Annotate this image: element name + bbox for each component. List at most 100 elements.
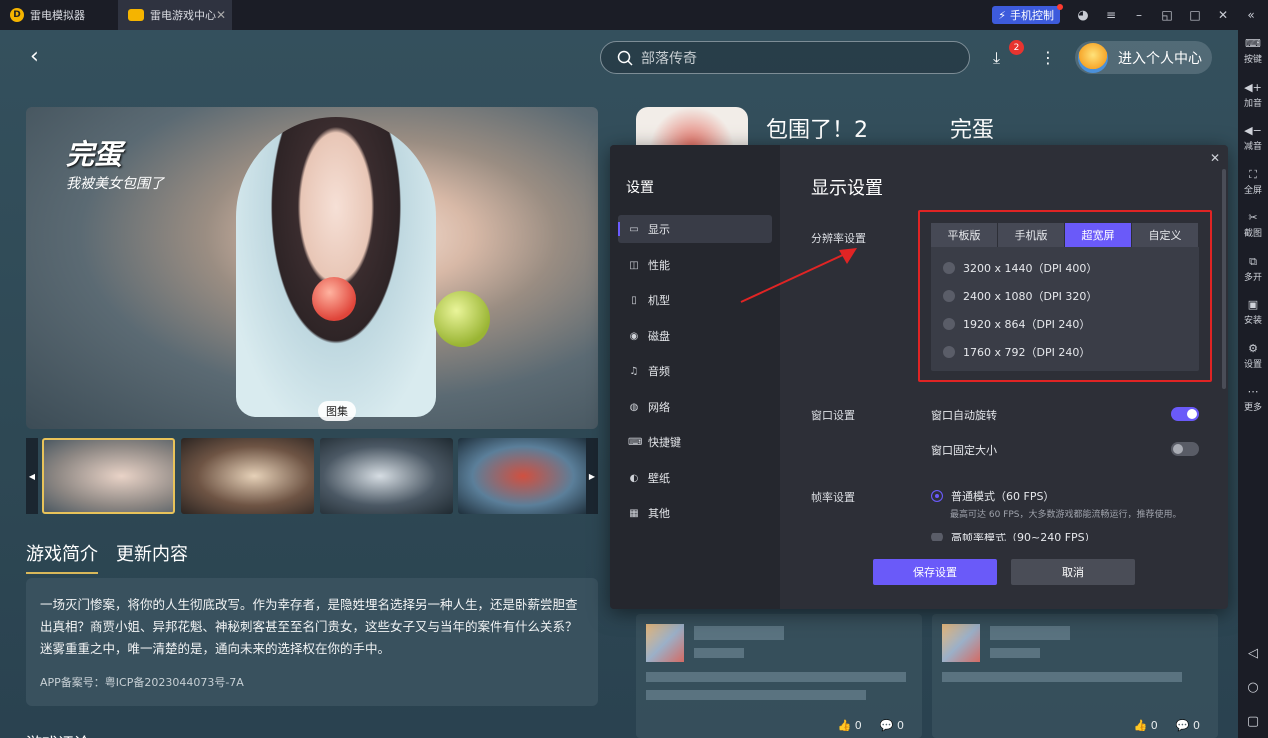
- game-logo-title: 完蛋: [66, 138, 123, 171]
- nav-display[interactable]: ▭ 显示: [618, 215, 772, 243]
- thumbnail-4[interactable]: [458, 438, 588, 514]
- avatar: [1078, 42, 1108, 73]
- game-logo-art: 完蛋 我被美女包围了: [66, 133, 176, 192]
- close-icon[interactable]: ✕: [1210, 151, 1220, 165]
- toolbar-screenshot[interactable]: ✂ 截图: [1238, 204, 1268, 248]
- icp-text: APP备案号：粤ICP备2023044073号-7A: [40, 676, 244, 689]
- toolbar-multi-instance[interactable]: ⧉ 多开: [1238, 248, 1268, 292]
- description-box: 一场灭门惨案，将你的人生彻底改写。作为幸存者，是隐姓埋名选择另一种人生，还是卧薪…: [26, 578, 598, 706]
- annotation-highlight-box: [918, 210, 1212, 382]
- toolbar-keymap[interactable]: ⌨ 按键: [1238, 30, 1268, 74]
- download-icon[interactable]: ⤓: [993, 48, 1000, 68]
- game-logo-subtitle: 我被美女包围了: [66, 176, 164, 192]
- thumb-next-icon[interactable]: ▶: [586, 438, 598, 514]
- phone-control-button[interactable]: ⚡ 手机控制: [992, 4, 1063, 24]
- auto-rotate-toggle[interactable]: [1171, 407, 1199, 421]
- annotation-arrow: [740, 248, 857, 303]
- thumbnail-1[interactable]: [42, 438, 175, 514]
- menu-icon[interactable]: ≡: [1098, 0, 1124, 30]
- thumbnail-3[interactable]: [320, 438, 453, 514]
- nav-disk[interactable]: ◉ 磁盘: [618, 322, 772, 350]
- settings-title: 设置: [626, 180, 654, 196]
- profile-label: 进入个人中心: [1118, 50, 1202, 67]
- nav-audio[interactable]: ♫ 音频: [618, 357, 772, 385]
- more-vertical-icon[interactable]: ⋮: [1040, 48, 1056, 67]
- grid-icon: ▦: [629, 507, 639, 519]
- toolbar-fullscreen[interactable]: ⛶ 全屏: [1238, 161, 1268, 205]
- cancel-button[interactable]: 取消: [1011, 559, 1135, 585]
- device-icon: ▯: [631, 294, 637, 306]
- profile-button[interactable]: 进入个人中心: [1075, 41, 1212, 74]
- window-settings-label: 窗口设置: [811, 409, 855, 422]
- hero-image[interactable]: 完蛋 我被美女包围了 图集: [26, 107, 598, 429]
- description-text: 一场灭门惨案，将你的人生彻底改写。作为幸存者，是隐姓埋名选择另一种人生，还是卧薪…: [40, 597, 578, 656]
- android-back-icon[interactable]: ◁: [1248, 636, 1258, 670]
- nav-other[interactable]: ▦ 其他: [618, 499, 772, 527]
- toolbar-more[interactable]: ⋯ 更多: [1238, 378, 1268, 422]
- tab-emulator-label: 雷电模拟器: [30, 9, 85, 22]
- game-title: 包围了！2: [766, 118, 868, 143]
- display-settings-heading: 显示设置: [811, 178, 883, 199]
- disk-icon: ◉: [629, 330, 639, 342]
- search-placeholder: 部落传奇: [641, 50, 697, 67]
- fps-high-option[interactable]: 高帧率模式（90~240 FPS）: [931, 533, 1096, 541]
- nav-shortcuts[interactable]: ⌨ 快捷键: [618, 428, 772, 456]
- emulator-logo-icon: D: [10, 8, 24, 22]
- android-home-icon[interactable]: ○: [1247, 670, 1258, 704]
- user-avatar-icon[interactable]: ◕: [1070, 0, 1096, 30]
- toolbar-volume-down[interactable]: ◀− 减音: [1238, 117, 1268, 161]
- nav-network[interactable]: ◍ 网络: [618, 393, 772, 421]
- content-tabs: 游戏简介 更新内容: [26, 540, 188, 574]
- fixed-size-toggle[interactable]: [1171, 442, 1199, 456]
- tab-game-center-label: 雷电游戏中心: [150, 9, 216, 22]
- close-window-icon[interactable]: ✕: [1210, 0, 1236, 30]
- comment-count[interactable]: 💬 0: [880, 719, 904, 732]
- save-settings-button[interactable]: 保存设置: [873, 559, 997, 585]
- auto-rotate-label: 窗口自动旋转: [931, 409, 997, 422]
- tab-intro[interactable]: 游戏简介: [26, 540, 98, 574]
- blurred-text: [990, 626, 1070, 640]
- thumb-prev-icon[interactable]: ◀: [26, 438, 38, 514]
- toolbar-settings[interactable]: ⚙ 设置: [1238, 335, 1268, 379]
- thumbnail-2[interactable]: [181, 438, 314, 514]
- android-recents-icon[interactable]: ▢: [1247, 704, 1259, 738]
- tab-emulator[interactable]: D 雷电模拟器: [0, 0, 118, 30]
- tab-close-icon[interactable]: ✕: [216, 8, 226, 22]
- comment-count[interactable]: 💬 0: [1176, 719, 1200, 732]
- nav-wallpaper[interactable]: ◐ 壁纸: [618, 464, 772, 492]
- back-arrow-icon[interactable]: ‹: [30, 44, 39, 69]
- thumbnail-strip: ◀ ▶: [26, 438, 598, 514]
- comment-card[interactable]: 👍 0 💬 0: [932, 614, 1218, 738]
- comment-card[interactable]: 👍 0 💬 0: [636, 614, 922, 738]
- blurred-text: [942, 672, 1182, 682]
- scrollbar[interactable]: [1222, 169, 1226, 389]
- fps-normal-option[interactable]: 普通模式（60 FPS）: [931, 488, 1054, 504]
- like-count[interactable]: 👍 0: [1134, 719, 1158, 732]
- fps-settings-label: 帧率设置: [811, 491, 855, 504]
- toolbar-volume-up[interactable]: ◀+ 加音: [1238, 74, 1268, 118]
- blurred-text: [646, 672, 906, 682]
- minimize-icon[interactable]: –: [1126, 0, 1152, 30]
- performance-icon: ◫: [629, 259, 639, 271]
- gamepad-icon: [128, 9, 144, 21]
- maximize-icon[interactable]: □: [1182, 0, 1208, 30]
- radio-button-selected[interactable]: [931, 490, 943, 502]
- tab-game-center[interactable]: 雷电游戏中心 ✕: [118, 0, 232, 30]
- collapse-sidebar-icon[interactable]: «: [1238, 0, 1264, 30]
- more-icon: ⋯: [1247, 385, 1259, 399]
- settings-nav: 设置 ▭ 显示 ◫ 性能 ▯ 机型 ◉ 磁盘 ♫ 音频 ◍ 网络 ⌨ 快捷键 ◐ 壁纸 ▦ 其他: [610, 145, 780, 609]
- radio-button[interactable]: [931, 533, 943, 541]
- comment-avatar: [942, 624, 980, 662]
- blurred-text: [694, 626, 784, 640]
- like-count[interactable]: 👍 0: [838, 719, 862, 732]
- palette-icon: ◐: [629, 472, 639, 484]
- gallery-button[interactable]: 图集: [318, 401, 356, 421]
- volume-up-icon: ◀+: [1244, 80, 1262, 94]
- search-bar[interactable]: 部落传奇: [600, 41, 970, 74]
- restore-icon[interactable]: ◱: [1154, 0, 1180, 30]
- red-apple: [312, 277, 356, 321]
- blurred-text: [990, 648, 1040, 658]
- monitor-icon: ▭: [629, 223, 639, 235]
- tab-updates[interactable]: 更新内容: [116, 540, 188, 574]
- toolbar-install[interactable]: ▣ 安装: [1238, 291, 1268, 335]
